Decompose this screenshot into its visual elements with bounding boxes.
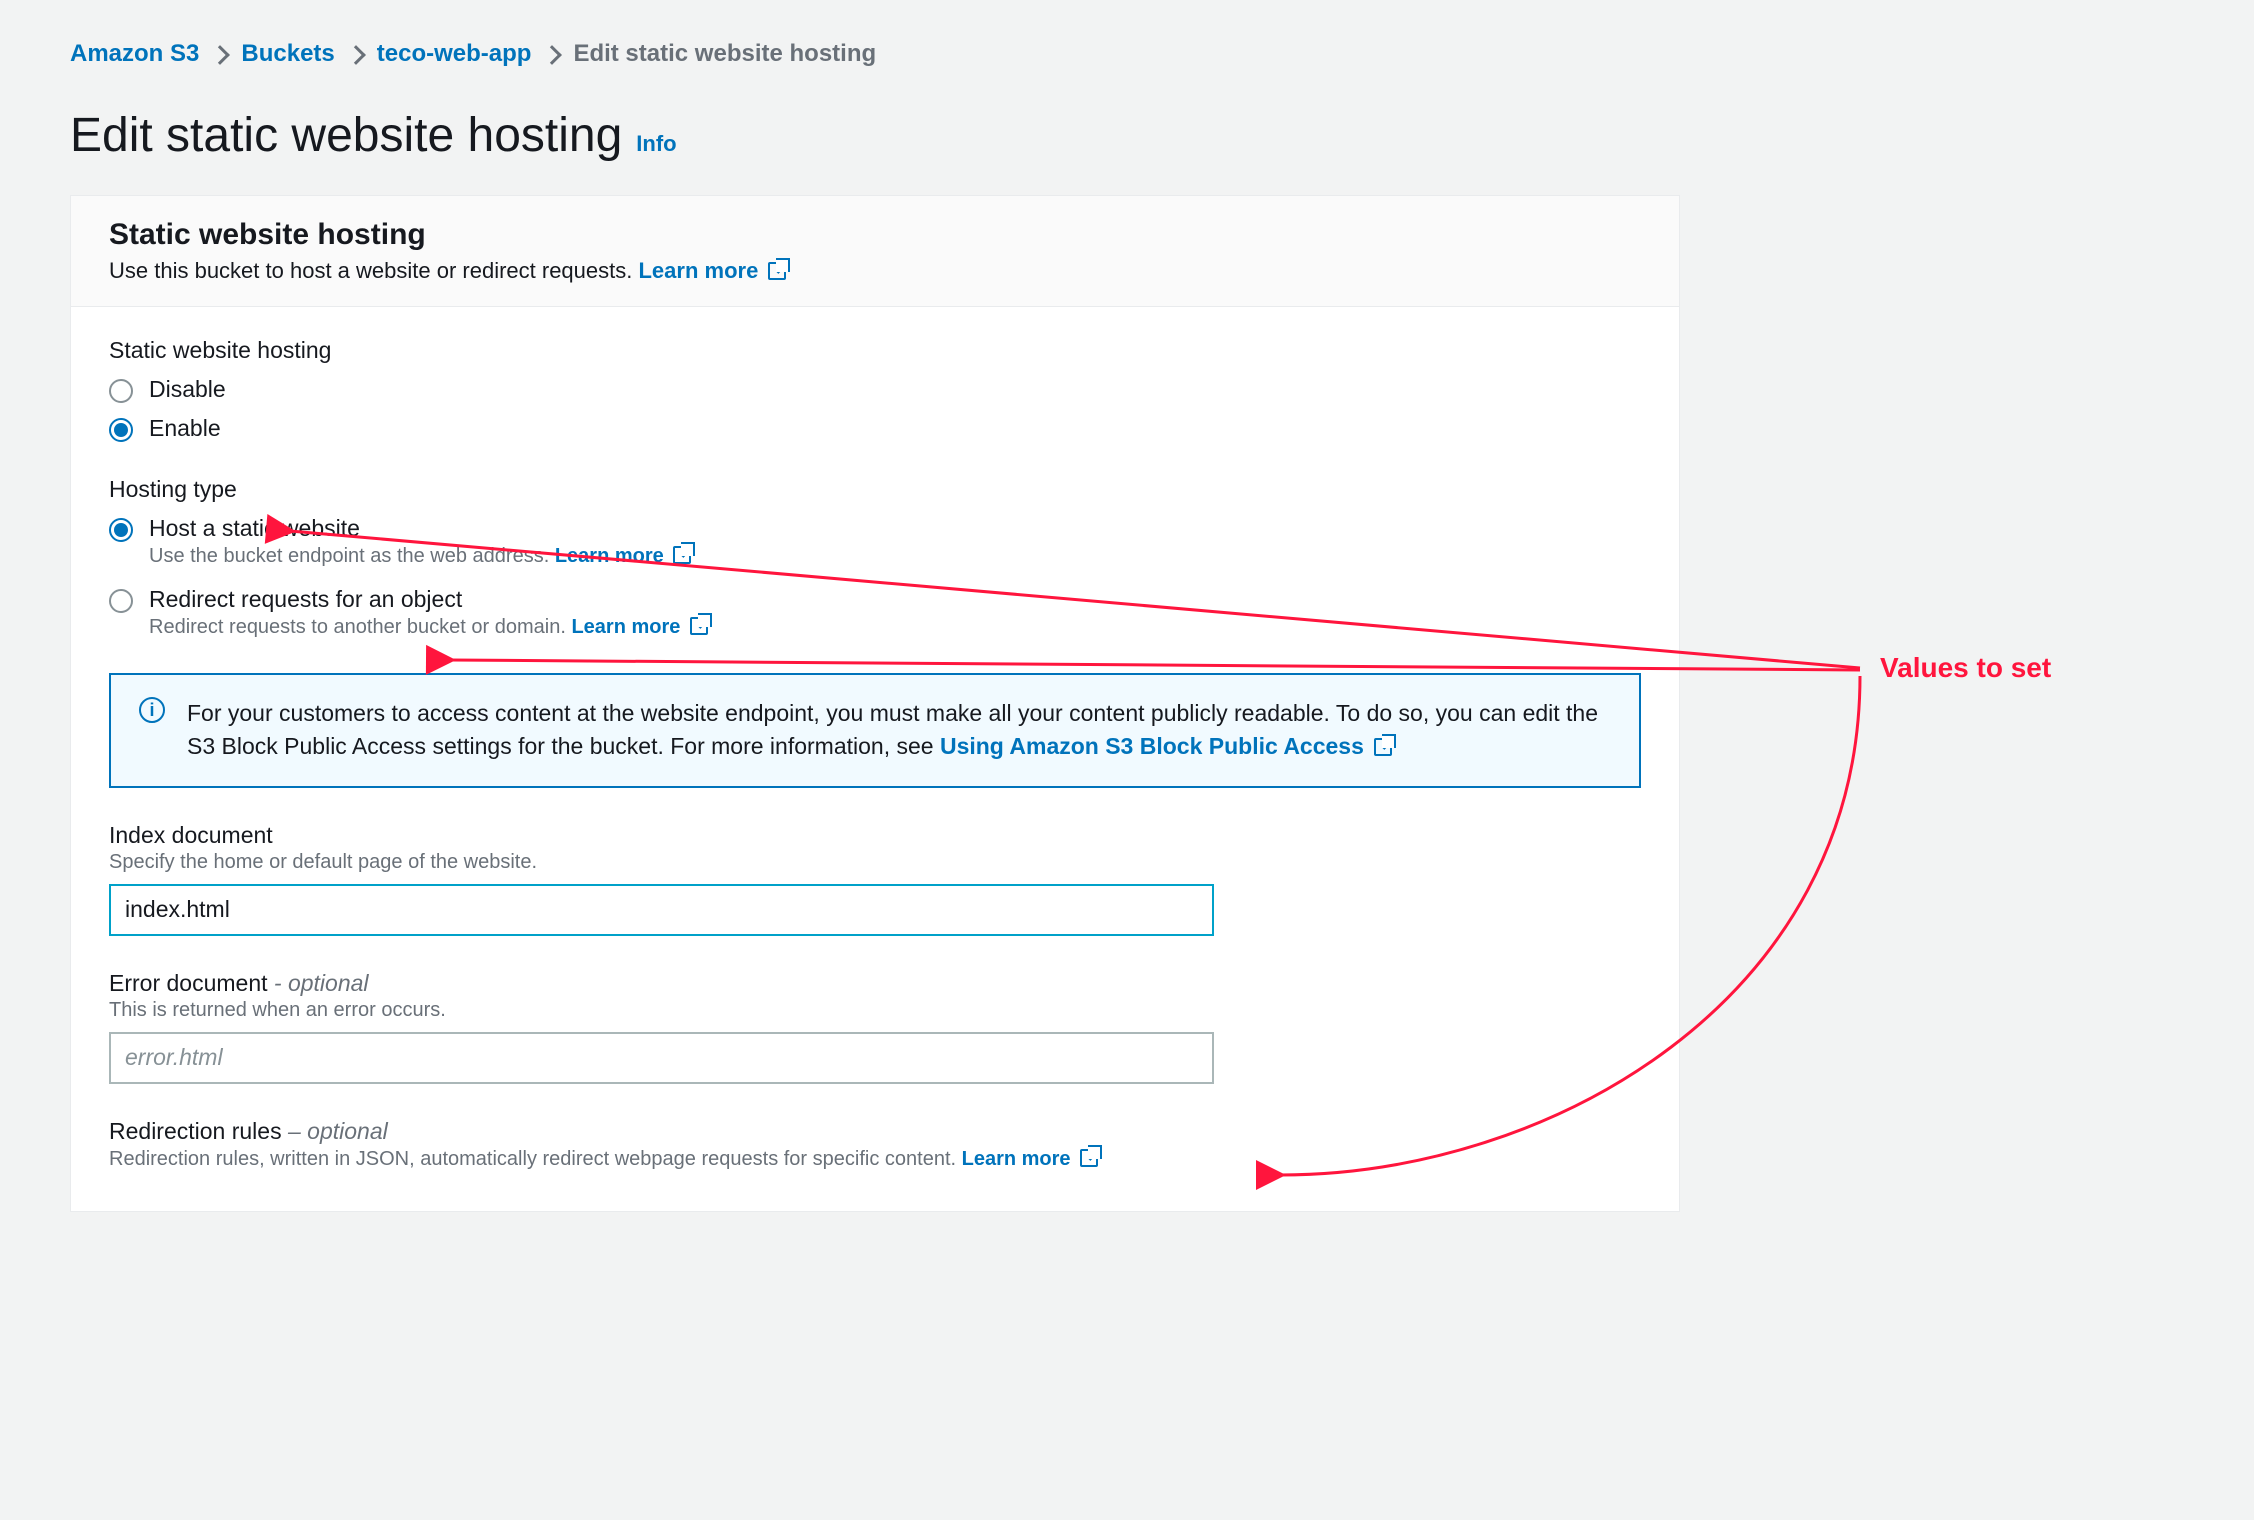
breadcrumb-s3[interactable]: Amazon S3 (70, 40, 199, 68)
radio-icon (109, 589, 133, 613)
external-link-icon (1080, 1149, 1098, 1167)
panel-header-desc: Use this bucket to host a website or red… (109, 258, 1641, 284)
radio-redirect[interactable]: Redirect requests for an object Redirect… (109, 586, 1641, 639)
breadcrumb: Amazon S3 Buckets teco-web-app Edit stat… (70, 40, 2184, 68)
chevron-right-icon (543, 45, 563, 65)
radio-host-static[interactable]: Host a static website Use the bucket end… (109, 515, 1641, 568)
group-label: Static website hosting (109, 337, 1641, 364)
radio-desc: Use the bucket endpoint as the web addre… (149, 544, 691, 568)
error-document-input[interactable] (109, 1032, 1214, 1084)
settings-panel: Static website hosting Use this bucket t… (70, 195, 1680, 1212)
radio-enable[interactable]: Enable (109, 415, 1641, 442)
external-link-icon (1374, 738, 1392, 756)
info-text: For your customers to access content at … (187, 697, 1611, 764)
block-public-access-link[interactable]: Using Amazon S3 Block Public Access (940, 733, 1392, 759)
field-label: Error document - optional (109, 970, 1641, 997)
external-link-icon (673, 546, 691, 564)
radio-desc: Redirect requests to another bucket or d… (149, 615, 708, 639)
radio-label: Host a static website (149, 515, 691, 542)
info-icon: i (139, 697, 165, 723)
radio-icon (109, 418, 133, 442)
panel-header-title: Static website hosting (109, 218, 1641, 252)
error-document-group: Error document - optional This is return… (109, 970, 1641, 1084)
index-document-input[interactable] (109, 884, 1214, 936)
radio-icon (109, 518, 133, 542)
index-document-group: Index document Specify the home or defau… (109, 822, 1641, 936)
learn-more-link[interactable]: Learn more (555, 545, 692, 567)
learn-more-link[interactable]: Learn more (962, 1148, 1099, 1170)
radio-label: Redirect requests for an object (149, 586, 708, 613)
breadcrumb-bucket-name[interactable]: teco-web-app (377, 40, 532, 68)
group-label: Hosting type (109, 476, 1641, 503)
radio-label: Disable (149, 376, 226, 403)
public-access-info: i For your customers to access content a… (109, 673, 1641, 788)
hosting-toggle-group: Static website hosting Disable Enable (109, 337, 1641, 442)
external-link-icon (768, 262, 786, 280)
hosting-type-group: Hosting type Host a static website Use t… (109, 476, 1641, 639)
info-link[interactable]: Info (636, 131, 676, 157)
field-desc: Specify the home or default page of the … (109, 851, 1641, 874)
learn-more-link[interactable]: Learn more (571, 616, 708, 638)
breadcrumb-current: Edit static website hosting (573, 40, 876, 68)
chevron-right-icon (210, 45, 230, 65)
field-desc: Redirection rules, written in JSON, auto… (109, 1147, 1641, 1171)
panel-header: Static website hosting Use this bucket t… (71, 196, 1679, 307)
breadcrumb-buckets[interactable]: Buckets (241, 40, 334, 68)
field-label: Index document (109, 822, 1641, 849)
chevron-right-icon (346, 45, 366, 65)
radio-icon (109, 379, 133, 403)
field-label: Redirection rules – optional (109, 1118, 1641, 1145)
redirection-rules-group: Redirection rules – optional Redirection… (109, 1118, 1641, 1171)
learn-more-link[interactable]: Learn more (638, 258, 786, 283)
annotation-label: Values to set (1880, 652, 2051, 684)
radio-label: Enable (149, 415, 221, 442)
field-desc: This is returned when an error occurs. (109, 999, 1641, 1022)
page-title: Edit static website hosting (70, 108, 622, 163)
external-link-icon (690, 617, 708, 635)
radio-disable[interactable]: Disable (109, 376, 1641, 403)
